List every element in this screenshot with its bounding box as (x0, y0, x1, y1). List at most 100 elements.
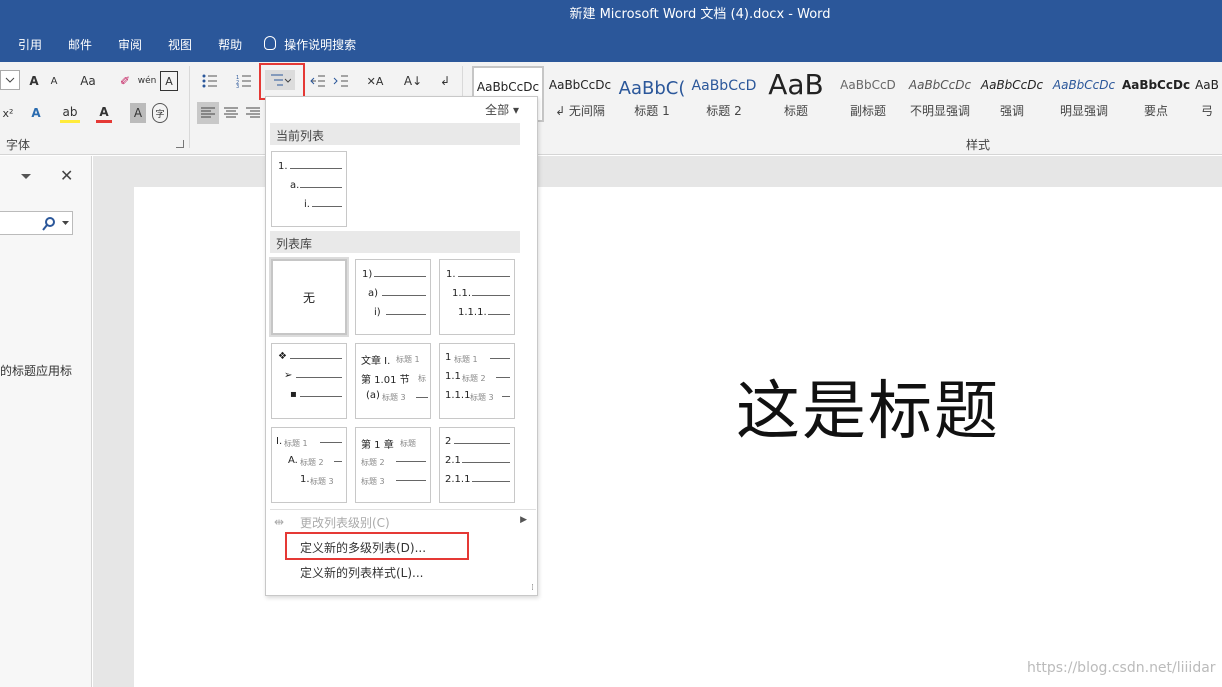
level-line (296, 377, 342, 378)
watermark: https://blog.csdn.net/liiidar (1027, 660, 1216, 676)
level-label: 2.1.1 (445, 474, 471, 485)
level-label: 文章 I. (361, 356, 391, 367)
font-dialog-launcher-icon[interactable] (176, 140, 184, 148)
level-line (458, 276, 510, 277)
style-strong[interactable]: AaBbCcDc 要点 (1120, 66, 1192, 122)
change-list-level-item[interactable]: 更改列表级别(C) (300, 514, 390, 531)
list-tile-paren[interactable]: 1) a) i) (355, 259, 431, 335)
styles-group-label: 样式 (966, 138, 991, 152)
filter-dropdown[interactable]: 全部 ▾ (485, 101, 519, 118)
filter-label: 全部 (485, 103, 510, 117)
lightbulb-icon (264, 36, 277, 50)
menu-mailings[interactable]: 邮件 (68, 34, 92, 54)
change-case-button[interactable]: Aa (74, 71, 102, 91)
style-heading-2[interactable]: AaBbCcD 标题 2 (688, 66, 760, 122)
style-preview: AaB (1195, 78, 1219, 92)
level-label: 2.1 (445, 455, 461, 466)
char-border-icon[interactable]: A (160, 71, 178, 91)
level-caption: 标 (418, 374, 426, 383)
enclose-char-icon[interactable]: 字 (152, 103, 168, 123)
numbering-icon[interactable]: 123 (232, 71, 256, 91)
asian-layout-icon[interactable]: ✕A (362, 71, 388, 91)
align-right-icon[interactable] (243, 102, 263, 124)
define-new-list-style-item[interactable]: 定义新的列表样式(L)... (300, 564, 424, 581)
style-subtitle[interactable]: AaBbCcD 副标题 (832, 66, 904, 122)
bullets-icon[interactable] (198, 71, 222, 91)
level-label: 1.1. (452, 288, 472, 299)
pane-options-icon[interactable] (20, 170, 32, 184)
menu-references[interactable]: 引用 (18, 34, 42, 54)
level-line (386, 314, 426, 315)
list-tile-continued-decimal[interactable]: 2 2.1 2.1.1 (439, 427, 515, 503)
menu-review[interactable]: 审阅 (118, 34, 142, 54)
style-heading-1[interactable]: AaBbC( 标题 1 (616, 66, 688, 122)
style-emphasis[interactable]: AaBbCcDc 强调 (976, 66, 1048, 122)
align-center-icon[interactable] (221, 102, 241, 124)
level-caption: 标题 3 (470, 393, 494, 402)
level-label: 第 1 章 (361, 440, 394, 451)
level-line (454, 443, 510, 444)
phonetic-guide-icon[interactable]: wén (138, 71, 157, 91)
style-title[interactable]: AaB 标题 (760, 66, 832, 122)
tell-me-search[interactable]: 操作说明搜索 (284, 34, 356, 54)
menu-help[interactable]: 帮助 (218, 34, 242, 54)
char-shading-icon[interactable]: A (130, 103, 146, 123)
level-line (490, 358, 510, 359)
style-name: 不明显强调 (909, 104, 970, 118)
style-name: 副标题 (849, 104, 886, 118)
style-preview: AaBbC( (618, 78, 686, 99)
level-caption: 标题 3 (361, 477, 385, 486)
superscript-button[interactable]: x² (0, 103, 16, 123)
level-line (382, 295, 426, 296)
style-name: 强调 (999, 104, 1024, 118)
list-tile-decimal[interactable]: 1. 1.1. 1.1.1. (439, 259, 515, 335)
menu-view[interactable]: 视图 (168, 34, 192, 54)
increase-indent-icon[interactable] (331, 71, 351, 91)
level-line (396, 461, 426, 462)
nav-pane-text: 的标题应用标 (0, 364, 73, 378)
level-line (334, 461, 342, 462)
decrease-indent-icon[interactable] (308, 71, 328, 91)
style-name: 标题 1 (634, 104, 670, 118)
list-tile-chapter[interactable]: 第 1 章 标题 标题 2 标题 3 (355, 427, 431, 503)
show-marks-icon[interactable]: ↲ (436, 71, 454, 91)
level-caption: 标题 2 (462, 374, 486, 383)
list-tile-roman-heading[interactable]: I. 标题 1 A. 标题 2 1. 标题 3 (271, 427, 347, 503)
shrink-font-button[interactable]: A (46, 71, 62, 91)
level-caption: 标题 1 (284, 439, 308, 448)
font-color-icon[interactable]: A (96, 103, 112, 123)
level-line (496, 377, 510, 378)
list-tile-article-section[interactable]: 文章 I. 标题 1 第 1.01 节 标 (a) 标题 3 (355, 343, 431, 419)
style-no-spacing[interactable]: AaBbCcDc ↲ 无间隔 (544, 66, 616, 122)
nav-search-input[interactable] (0, 211, 73, 235)
list-tile-heading-decimal[interactable]: 1 标题 1 1.1 标题 2 1.1.1 标题 3 (439, 343, 515, 419)
close-icon[interactable]: ✕ (60, 166, 73, 185)
highlight-icon[interactable]: ab (60, 103, 80, 123)
resize-grip-icon[interactable]: ⁞ (531, 583, 534, 593)
level-line (462, 462, 510, 463)
current-list-tile[interactable]: 1. a. i. (271, 151, 347, 227)
level-line (290, 358, 342, 359)
level-label: I. (276, 436, 283, 447)
style-intense-emphasis[interactable]: AaBbCcDc 明显强调 (1048, 66, 1120, 122)
grow-font-button[interactable]: A (26, 71, 42, 91)
style-subtle-emphasis[interactable]: AaBbCcDc 不明显强调 (904, 66, 976, 122)
font-size-dropdown[interactable] (0, 70, 20, 90)
level-line (312, 206, 342, 207)
menu-bar: 引用 邮件 审阅 视图 帮助 操作说明搜索 (0, 34, 364, 54)
level-label: 2 (445, 436, 452, 447)
list-tile-bullets[interactable]: ❖ ➢ ▪ (271, 343, 347, 419)
current-list-header: 当前列表 (270, 123, 520, 145)
level-line (374, 276, 426, 277)
text-effects-icon[interactable]: A (26, 103, 46, 123)
sort-button[interactable]: A↓ (402, 71, 424, 91)
list-tile-none[interactable]: 无 (269, 257, 349, 337)
clear-format-icon[interactable]: ✐ (116, 71, 134, 91)
level-caption: 标题 1 (396, 355, 420, 364)
style-quote[interactable]: AaB 弓 (1192, 66, 1222, 122)
align-left-icon[interactable] (197, 102, 219, 124)
document-heading[interactable]: 这是标题 (736, 360, 1000, 452)
highlight-box (259, 63, 305, 100)
navigation-pane: ✕ 的标题应用标 (0, 156, 92, 687)
style-preview: AaBbCcDc (908, 78, 972, 92)
